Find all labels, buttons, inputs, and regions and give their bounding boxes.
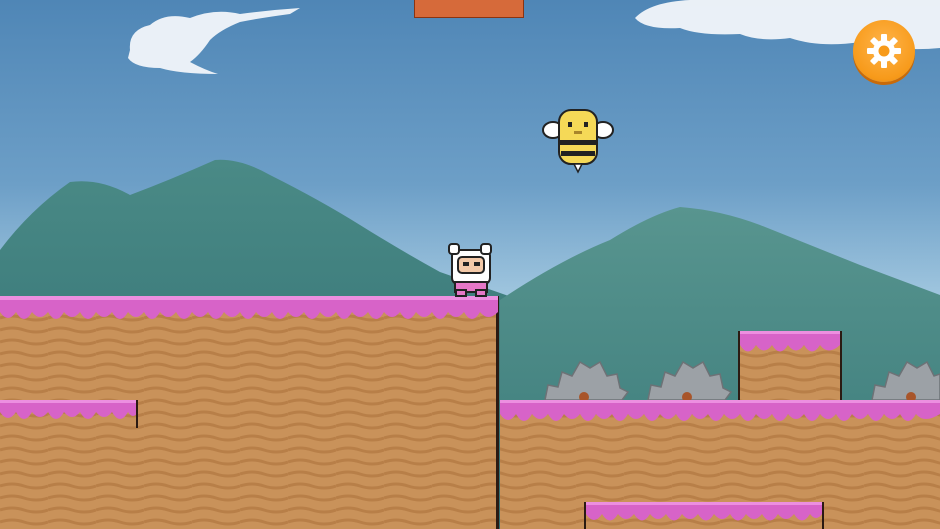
game-screen[interactable]	[0, 0, 940, 529]
bee-enemy	[542, 109, 614, 174]
player-character	[448, 243, 492, 297]
platform-raised-block	[738, 331, 842, 401]
platform-right-bottom	[584, 502, 824, 529]
health-bar-fill	[415, 0, 523, 17]
settings-button[interactable]	[853, 20, 915, 82]
gear-icon	[867, 34, 901, 68]
health-bar	[414, 0, 524, 18]
cloud-left	[128, 8, 300, 74]
game-scene	[0, 0, 940, 529]
